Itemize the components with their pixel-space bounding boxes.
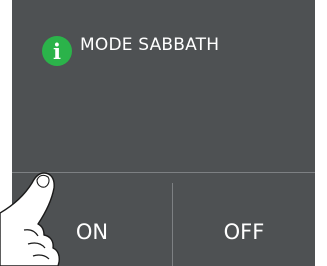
- off-button-label: OFF: [223, 219, 265, 244]
- sabbath-mode-notice: i MODE SABBATH: [42, 32, 219, 66]
- off-button[interactable]: OFF: [173, 173, 315, 266]
- control-panel-screen: i MODE SABBATH ON OFF: [12, 0, 315, 266]
- info-icon-glyph: i: [53, 38, 61, 64]
- on-button-label: ON: [75, 219, 109, 244]
- sabbath-mode-label: MODE SABBATH: [80, 35, 220, 55]
- on-button[interactable]: ON: [12, 173, 172, 266]
- info-icon: i: [42, 36, 72, 66]
